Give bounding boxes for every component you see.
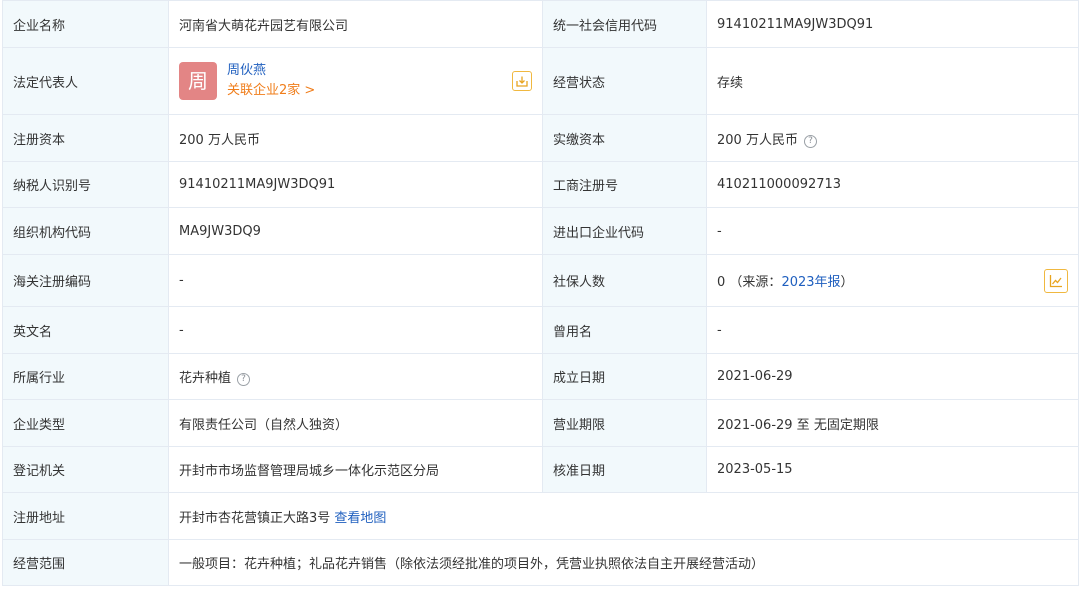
row-type: 企业类型 有限责任公司（自然人独资） 营业期限 2021-06-29 至 无固定… [2, 399, 1079, 447]
export-icon[interactable] [512, 71, 532, 91]
label-org-code: 组织机构代码 [2, 207, 169, 255]
label-import-export: 进出口企业代码 [542, 207, 707, 255]
value-taxpayer-id: 91410211MA9JW3DQ91 [168, 161, 543, 208]
value-paid-capital: 200 万人民币 [717, 132, 798, 148]
value-paid-capital-cell: 200 万人民币? [706, 114, 1079, 162]
row-capital: 注册资本 200 万人民币 实缴资本 200 万人民币? [2, 114, 1079, 162]
help-icon[interactable]: ? [803, 134, 817, 148]
related-companies-link[interactable]: 关联企业2家 > [227, 81, 315, 101]
value-address-cell: 开封市杏花营镇正大路3号 查看地图 [168, 492, 1079, 540]
value-scope: 一般项目：花卉种植；礼品花卉销售（除依法须经批准的项目外，凭营业执照依法自主开展… [168, 539, 1079, 586]
row-scope: 经营范围 一般项目：花卉种植；礼品花卉销售（除依法须经批准的项目外，凭营业执照依… [2, 539, 1079, 586]
value-address: 开封市杏花营镇正大路3号 [179, 510, 331, 526]
trend-chart-icon[interactable] [1044, 269, 1068, 293]
row-company-name: 企业名称 河南省大萌花卉园艺有限公司 统一社会信用代码 91410211MA9J… [2, 0, 1079, 48]
legal-rep-block: 周 周伙燕 关联企业2家 > [179, 61, 532, 101]
value-approved: 2023-05-15 [706, 446, 1079, 493]
label-biz-reg-no: 工商注册号 [542, 161, 707, 208]
value-credit-code: 91410211MA9JW3DQ91 [706, 0, 1079, 48]
value-reg-capital: 200 万人民币 [168, 114, 543, 162]
label-approved: 核准日期 [542, 446, 707, 493]
value-company-name: 河南省大萌花卉园艺有限公司 [168, 0, 543, 48]
label-term: 营业期限 [542, 399, 707, 447]
label-paid-capital: 实缴资本 [542, 114, 707, 162]
label-credit-code: 统一社会信用代码 [542, 0, 707, 48]
row-tax: 纳税人识别号 91410211MA9JW3DQ91 工商注册号 41021100… [2, 161, 1079, 208]
label-former-name: 曾用名 [542, 306, 707, 354]
row-legal-rep: 法定代表人 周 周伙燕 关联企业2家 > 经营状态 存续 [2, 47, 1079, 115]
value-insured-cell: 0 （来源：2023年报） [706, 254, 1079, 307]
value-industry-cell: 花卉种植? [168, 353, 543, 400]
label-english-name: 英文名 [2, 306, 169, 354]
row-org-code: 组织机构代码 MA9JW3DQ9 进出口企业代码 - [2, 207, 1079, 255]
row-customs: 海关注册编码 - 社保人数 0 （来源：2023年报） [2, 254, 1079, 307]
insured-source-close: ） [840, 275, 854, 290]
value-import-export: - [706, 207, 1079, 255]
value-industry: 花卉种植 [179, 371, 232, 386]
value-company-type: 有限责任公司（自然人独资） [168, 399, 543, 447]
value-authority: 开封市市场监督管理局城乡一体化示范区分局 [168, 446, 543, 493]
label-reg-capital: 注册资本 [2, 114, 169, 162]
company-info-table: 企业名称 河南省大萌花卉园艺有限公司 统一社会信用代码 91410211MA9J… [2, 0, 1079, 586]
insured-source-open: （来源： [729, 275, 782, 290]
label-company-name: 企业名称 [2, 0, 169, 48]
label-insured: 社保人数 [542, 254, 707, 307]
annual-report-link[interactable]: 2023年报 [781, 275, 840, 290]
help-icon[interactable]: ? [237, 373, 251, 386]
label-company-type: 企业类型 [2, 399, 169, 447]
row-names: 英文名 - 曾用名 - [2, 306, 1079, 354]
label-taxpayer-id: 纳税人识别号 [2, 161, 169, 208]
legal-rep-name-link[interactable]: 周伙燕 [227, 61, 315, 81]
avatar[interactable]: 周 [179, 62, 217, 100]
label-status: 经营状态 [542, 47, 707, 115]
value-term: 2021-06-29 至 无固定期限 [706, 399, 1079, 447]
view-map-link[interactable]: 查看地图 [334, 511, 386, 526]
row-authority: 登记机关 开封市市场监督管理局城乡一体化示范区分局 核准日期 2023-05-1… [2, 446, 1079, 493]
value-biz-reg-no: 410211000092713 [706, 161, 1079, 208]
label-address: 注册地址 [2, 492, 169, 540]
label-scope: 经营范围 [2, 539, 169, 586]
value-former-name: - [706, 306, 1079, 354]
value-english-name: - [168, 306, 543, 354]
label-customs-code: 海关注册编码 [2, 254, 169, 307]
row-industry: 所属行业 花卉种植? 成立日期 2021-06-29 [2, 353, 1079, 400]
row-address: 注册地址 开封市杏花营镇正大路3号 查看地图 [2, 492, 1079, 540]
label-founded: 成立日期 [542, 353, 707, 400]
label-authority: 登记机关 [2, 446, 169, 493]
legal-rep-names: 周伙燕 关联企业2家 > [227, 61, 315, 101]
label-industry: 所属行业 [2, 353, 169, 400]
label-legal-rep: 法定代表人 [2, 47, 169, 115]
value-org-code: MA9JW3DQ9 [168, 207, 543, 255]
insured-count: 0 [717, 275, 726, 290]
value-status: 存续 [706, 47, 1079, 115]
value-founded: 2021-06-29 [706, 353, 1079, 400]
value-legal-rep: 周 周伙燕 关联企业2家 > [168, 47, 543, 115]
value-customs-code: - [168, 254, 543, 307]
